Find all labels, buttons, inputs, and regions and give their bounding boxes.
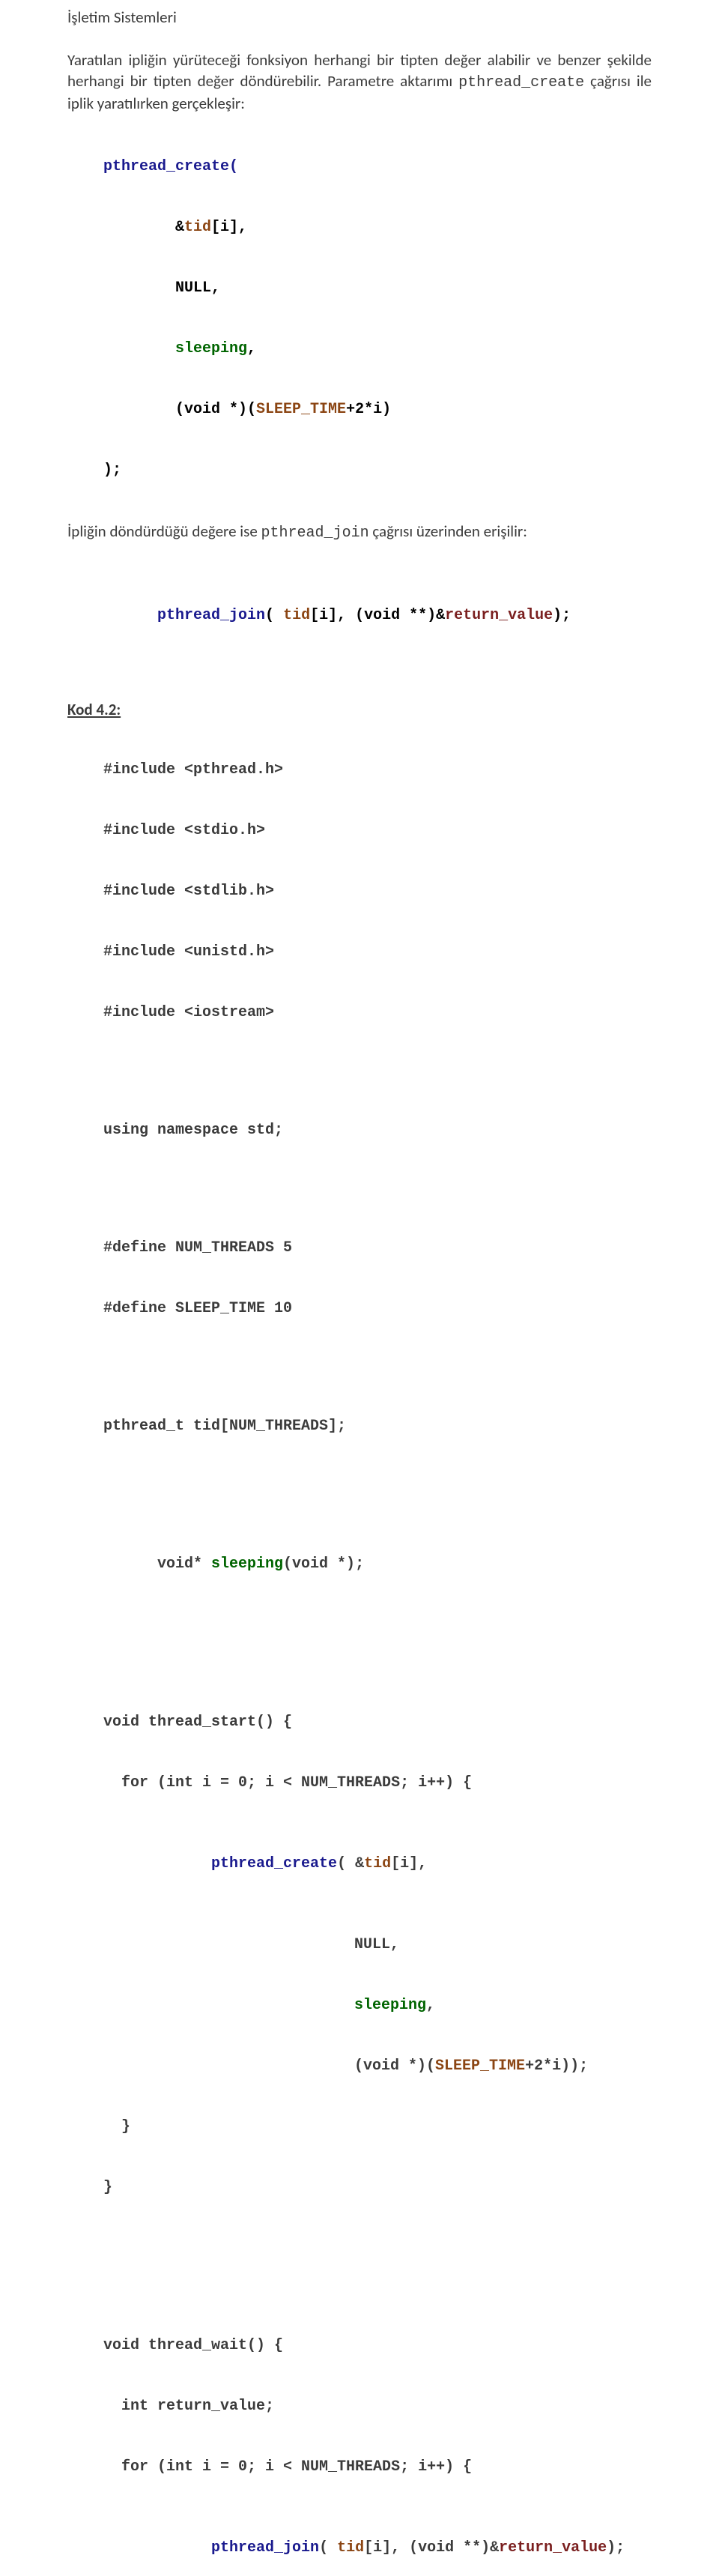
proto-void: void* [157, 1555, 211, 1573]
indent [157, 2539, 211, 2557]
blank-line [103, 1063, 652, 1080]
para2-text-b: çağrısı üzerinden erişilir: [369, 521, 527, 541]
tw-close: ); [607, 2539, 625, 2557]
proto-close: (void *); [283, 1555, 364, 1573]
thread-start-line: } [103, 2117, 652, 2137]
code-void: (void *)( [175, 401, 256, 418]
para2-text-a: İpliğin döndürdüğü değere ise [67, 521, 261, 541]
thread-wait-line: int return_value; [103, 2396, 652, 2416]
include-line: #include <stdlib.h> [103, 881, 652, 901]
inline-code-pthread-join: pthread_join [261, 524, 369, 542]
join-fn: pthread_join [157, 607, 265, 624]
proto-sleeping: sleeping [211, 1555, 283, 1573]
include-line: #include <stdio.h> [103, 820, 652, 841]
thread-wait-line: for (int i = 0; i < NUM_THREADS; i++) { [103, 2457, 652, 2477]
pc-idx: [i], [391, 1855, 427, 1872]
join-open: ( [265, 607, 283, 624]
tw-rv: return_value [499, 2539, 607, 2557]
page-header: İşletim Sistemleri [67, 7, 652, 27]
join-close: ); [553, 607, 571, 624]
blank-line [103, 1181, 652, 1197]
code-block-pthread-create: pthread_create( &tid[i], NULL, sleeping,… [67, 116, 652, 521]
code-close: ); [103, 462, 121, 479]
code-label: Kod 4.2: [67, 700, 652, 719]
paragraph-1: Yaratılan ipliğin yürüteceği fonksiyon h… [67, 49, 652, 115]
include-line: #include <pthread.h> [103, 760, 652, 780]
join-tid: tid [283, 607, 310, 624]
blank-line [103, 1635, 652, 1651]
include-line: #include <iostream> [103, 1003, 652, 1023]
using-line: using namespace std; [103, 1120, 652, 1140]
thread-start-line: for (int i = 0; i < NUM_THREADS; i++) { [103, 1773, 652, 1793]
page: İşletim Sistemleri Yaratılan ipliğin yür… [0, 0, 719, 2576]
inline-code-pthread-create: pthread_create [458, 74, 584, 91]
code-comma: , [247, 340, 256, 357]
code-block-main: #include <pthread.h> #include <stdio.h> … [67, 719, 652, 2576]
pc-plus: +2*i)); [525, 2058, 588, 2075]
include-line: #include <unistd.h> [103, 942, 652, 962]
thread-wait-line: void thread_wait() { [103, 2335, 652, 2356]
thread-start-line: } [103, 2177, 652, 2198]
thread-start-line: void thread_start() { [103, 1712, 652, 1732]
pthread-create-fn: pthread_create [211, 1855, 337, 1872]
paragraph-2: İpliğin döndürdüğü değere ise pthread_jo… [67, 521, 652, 543]
code-sleeping: sleeping [175, 340, 247, 357]
define-line: #define NUM_THREADS 5 [103, 1238, 652, 1258]
pc-open: ( & [337, 1855, 364, 1872]
tw-pj: pthread_join [211, 2539, 319, 2557]
pc-void: (void *)( [354, 2058, 435, 2075]
tw-tid: tid [337, 2539, 364, 2557]
define-line: #define SLEEP_TIME 10 [103, 1298, 652, 1319]
pc-sleeptime: SLEEP_TIME [435, 2058, 525, 2075]
indent [103, 1997, 354, 2014]
code-idx: [i], [211, 219, 247, 236]
code-block-pthread-join: pthread_join( tid[i], (void **)&return_v… [67, 545, 652, 686]
pc-null: NULL, [103, 1936, 399, 1953]
code-sleeptime: SLEEP_TIME [256, 401, 346, 418]
join-rv: return_value [445, 607, 553, 624]
blank-line [103, 2258, 652, 2275]
indent [103, 2058, 354, 2075]
tw-open: ( [319, 2539, 337, 2557]
code-tid: tid [184, 219, 211, 236]
code-amp: & [175, 219, 184, 236]
pc-tid: tid [364, 1855, 391, 1872]
tid-decl: pthread_t tid[NUM_THREADS]; [103, 1416, 652, 1436]
pc-comma: , [426, 1997, 435, 2014]
blank-line [103, 1359, 652, 1376]
indent [157, 1855, 211, 1872]
code-fn: pthread_create( [103, 158, 238, 175]
blank-line [103, 1477, 652, 1493]
tw-idx: [i], (void **)& [364, 2539, 499, 2557]
code-null: NULL, [175, 279, 220, 297]
code-plus: +2*i) [346, 401, 391, 418]
join-idx: [i], (void **)& [310, 607, 445, 624]
pc-sleeping: sleeping [354, 1997, 426, 2014]
